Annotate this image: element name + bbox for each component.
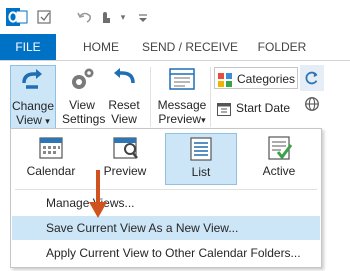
start-date-button[interactable]: Start Date [214,97,298,119]
categories-label: Categories [237,72,296,86]
globe-icon [305,97,319,111]
calendar-icon [39,137,63,159]
outlook-logo-icon [6,8,28,26]
change-view-dropdown: Calendar Preview List Active Manage View… [10,128,322,268]
view-settings-button[interactable]: View Settings [62,65,106,129]
quick-access-toolbar: ▾ [0,0,350,34]
reset-view-button[interactable]: Reset View [106,65,142,129]
message-preview-icon [169,68,195,90]
categories-button[interactable]: Categories [214,67,298,89]
touch-mode-icon[interactable] [96,8,114,26]
globe-button[interactable] [300,93,324,117]
menu-item-save-current-view[interactable]: Save Current View As a New View... [12,216,320,240]
ribbon-tabs: FILE HOME SEND / RECEIVE FOLDER [0,34,350,60]
gear-icon [72,68,94,89]
view-settings-label-1: View [69,98,95,112]
start-date-label: Start Date [236,101,291,115]
refresh-icon [305,71,318,85]
reset-view-label-1: Reset [108,98,140,112]
change-view-icon [22,69,42,89]
calendar-small-icon [217,102,231,116]
message-preview-button[interactable]: Message Preview▾ [156,65,208,129]
change-view-button[interactable]: Change View ▾ [10,65,56,129]
message-preview-label-2: Preview [158,112,202,126]
message-preview-label-1: Message [157,98,207,112]
gallery-item-active[interactable]: Active [243,133,315,185]
chevron-down-icon: ▾ [201,115,206,125]
tab-home[interactable]: HOME [76,34,126,60]
tab-file[interactable]: FILE [0,34,56,60]
send-receive-icon[interactable] [36,8,54,26]
change-view-label-1: Change [11,99,55,113]
menu-separator [15,189,317,190]
ribbon-separator [150,67,151,127]
touch-dropdown-icon[interactable]: ▾ [114,8,132,26]
annotation-arrow-icon [89,170,107,218]
expand-gallery-button[interactable] [300,65,324,91]
ribbon-separator [210,67,211,127]
chevron-down-icon: ▾ [45,116,50,126]
reset-icon [114,68,135,84]
menu-item-apply-current-view[interactable]: Apply Current View to Other Calendar Fol… [12,241,320,265]
reset-view-label-2: View [111,112,137,126]
list-icon [190,137,212,161]
view-gallery: Calendar Preview List Active [11,129,321,187]
active-icon [268,136,293,160]
gallery-label-calendar: Calendar [26,164,76,178]
customize-qat-icon[interactable] [134,8,152,26]
undo-icon[interactable] [76,8,94,26]
change-view-label-2: View [16,113,42,127]
ribbon: Change View ▾ View Settings Reset View M… [0,60,350,130]
preview-icon [113,137,138,159]
view-settings-label-2: Settings [62,112,106,126]
tab-send-receive[interactable]: SEND / RECEIVE [140,34,240,60]
gallery-item-list[interactable]: List [165,133,237,185]
gallery-label-list: List [191,165,211,179]
gallery-label-active: Active [262,164,296,178]
gallery-item-calendar[interactable]: Calendar [15,133,87,185]
tab-folder[interactable]: FOLDER [252,34,312,60]
categories-icon [218,72,232,87]
menu-item-manage-views[interactable]: Manage Views... [12,191,320,215]
